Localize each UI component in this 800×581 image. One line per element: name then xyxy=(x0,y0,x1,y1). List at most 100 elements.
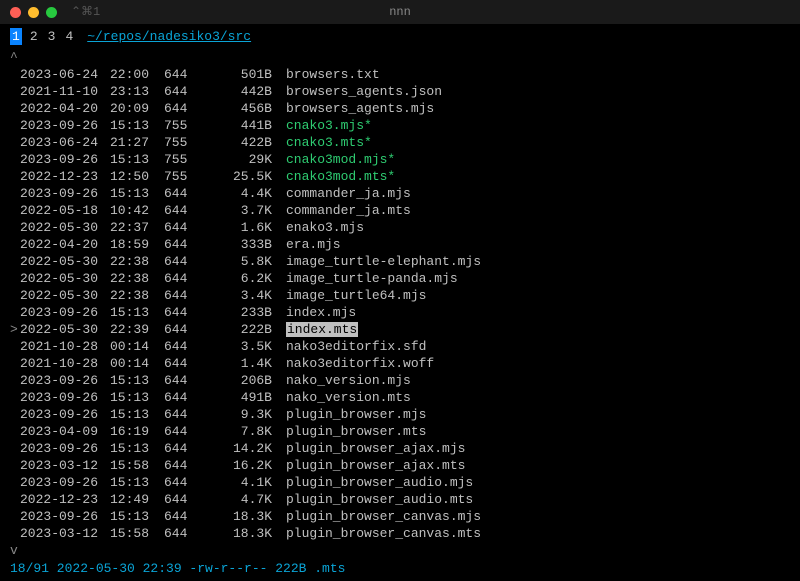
file-row[interactable]: 2023-09-2615:13644206Bnako_version.mjs xyxy=(10,372,790,389)
file-size: 3.4K xyxy=(208,287,272,304)
context-tab-1[interactable]: 1 xyxy=(10,28,22,45)
cursor-gutter xyxy=(10,287,20,304)
file-permissions: 644 xyxy=(164,423,208,440)
file-row[interactable]: 2022-05-3022:386445.8Kimage_turtle-eleph… xyxy=(10,253,790,270)
file-size: 4.1K xyxy=(208,474,272,491)
file-name: era.mjs xyxy=(272,236,341,253)
file-permissions: 644 xyxy=(164,474,208,491)
cursor-gutter xyxy=(10,355,20,372)
file-row[interactable]: 2022-05-3022:386443.4Kimage_turtle64.mjs xyxy=(10,287,790,304)
file-date: 2023-09-26 xyxy=(20,304,110,321)
context-tab-3[interactable]: 3 xyxy=(46,28,58,45)
file-size: 18.3K xyxy=(208,508,272,525)
file-permissions: 644 xyxy=(164,355,208,372)
file-permissions: 755 xyxy=(164,117,208,134)
file-permissions: 644 xyxy=(164,338,208,355)
file-date: 2022-04-20 xyxy=(20,236,110,253)
shortcut-label: ⌃⌘1 xyxy=(71,4,100,21)
file-date: 2023-06-24 xyxy=(20,134,110,151)
file-row[interactable]: 2021-11-1023:13644442Bbrowsers_agents.js… xyxy=(10,83,790,100)
file-size: 18.3K xyxy=(208,525,272,542)
cursor-gutter xyxy=(10,372,20,389)
file-row[interactable]: 2022-05-3022:376441.6Kenako3.mjs xyxy=(10,219,790,236)
file-name: cnako3.mts* xyxy=(272,134,372,151)
file-time: 20:09 xyxy=(110,100,164,117)
close-button[interactable] xyxy=(10,7,21,18)
file-size: 1.6K xyxy=(208,219,272,236)
minimize-button[interactable] xyxy=(28,7,39,18)
file-row[interactable]: 2023-06-2422:00644501Bbrowsers.txt xyxy=(10,66,790,83)
file-row[interactable]: 2021-10-2800:146441.4Knako3editorfix.wof… xyxy=(10,355,790,372)
file-row[interactable]: 2023-09-2615:13644491Bnako_version.mts xyxy=(10,389,790,406)
file-list[interactable]: 2023-06-2422:00644501Bbrowsers.txt 2021-… xyxy=(10,66,790,542)
file-name: commander_ja.mjs xyxy=(272,185,411,202)
file-row[interactable]: 2023-03-1215:5864416.2Kplugin_browser_aj… xyxy=(10,457,790,474)
file-row[interactable]: 2021-10-2800:146443.5Knako3editorfix.sfd xyxy=(10,338,790,355)
context-tab-2[interactable]: 2 xyxy=(28,28,40,45)
file-time: 10:42 xyxy=(110,202,164,219)
file-date: 2022-05-18 xyxy=(20,202,110,219)
cursor-gutter: > xyxy=(10,321,20,338)
file-permissions: 644 xyxy=(164,253,208,270)
file-row[interactable]: 2023-09-2615:1375529Kcnako3mod.mjs* xyxy=(10,151,790,168)
cursor-gutter xyxy=(10,457,20,474)
file-row[interactable]: 2022-04-2020:09644456Bbrowsers_agents.mj… xyxy=(10,100,790,117)
file-date: 2022-04-20 xyxy=(20,100,110,117)
file-time: 22:37 xyxy=(110,219,164,236)
cursor-gutter xyxy=(10,270,20,287)
file-time: 15:13 xyxy=(110,117,164,134)
file-size: 7.8K xyxy=(208,423,272,440)
file-time: 00:14 xyxy=(110,355,164,372)
context-tab-4[interactable]: 4 xyxy=(63,28,75,45)
cursor-gutter xyxy=(10,304,20,321)
file-row[interactable]: 2022-12-2312:496444.7Kplugin_browser_aud… xyxy=(10,491,790,508)
file-name: image_turtle-elephant.mjs xyxy=(272,253,481,270)
file-permissions: 755 xyxy=(164,168,208,185)
file-time: 15:13 xyxy=(110,406,164,423)
maximize-button[interactable] xyxy=(46,7,57,18)
file-row[interactable]: >2022-05-3022:39644222Bindex.mts xyxy=(10,321,790,338)
file-row[interactable]: 2023-06-2421:27755422Bcnako3.mts* xyxy=(10,134,790,151)
file-name: plugin_browser_canvas.mjs xyxy=(272,508,481,525)
status-bar: 18/91 2022-05-30 22:39 -rw-r--r-- 222B .… xyxy=(10,560,790,577)
file-permissions: 644 xyxy=(164,321,208,338)
file-date: 2023-09-26 xyxy=(20,406,110,423)
file-row[interactable]: 2022-05-3022:386446.2Kimage_turtle-panda… xyxy=(10,270,790,287)
file-time: 15:58 xyxy=(110,525,164,542)
file-row[interactable]: 2023-09-2615:13644233Bindex.mjs xyxy=(10,304,790,321)
file-row[interactable]: 2023-04-0916:196447.8Kplugin_browser.mts xyxy=(10,423,790,440)
file-permissions: 644 xyxy=(164,270,208,287)
file-date: 2022-05-30 xyxy=(20,321,110,338)
file-permissions: 644 xyxy=(164,219,208,236)
file-time: 15:13 xyxy=(110,372,164,389)
cursor-gutter xyxy=(10,389,20,406)
file-size: 333B xyxy=(208,236,272,253)
file-name: nako3editorfix.sfd xyxy=(272,338,426,355)
file-row[interactable]: 2023-09-2615:1364418.3Kplugin_browser_ca… xyxy=(10,508,790,525)
file-time: 15:58 xyxy=(110,457,164,474)
file-size: 1.4K xyxy=(208,355,272,372)
cursor-gutter xyxy=(10,491,20,508)
file-row[interactable]: 2023-03-1215:5864418.3Kplugin_browser_ca… xyxy=(10,525,790,542)
file-row[interactable]: 2022-05-1810:426443.7Kcommander_ja.mts xyxy=(10,202,790,219)
file-row[interactable]: 2023-09-2615:13755441Bcnako3.mjs* xyxy=(10,117,790,134)
file-date: 2022-05-30 xyxy=(20,270,110,287)
file-row[interactable]: 2022-04-2018:59644333Bera.mjs xyxy=(10,236,790,253)
file-row[interactable]: 2023-09-2615:136444.1Kplugin_browser_aud… xyxy=(10,474,790,491)
file-name: plugin_browser_canvas.mts xyxy=(272,525,481,542)
file-name: plugin_browser_ajax.mts xyxy=(272,457,465,474)
file-time: 15:13 xyxy=(110,304,164,321)
file-size: 206B xyxy=(208,372,272,389)
file-time: 12:49 xyxy=(110,491,164,508)
current-path[interactable]: ~/repos/nadesiko3/src xyxy=(87,28,251,45)
scroll-down-indicator: v xyxy=(10,542,790,559)
file-time: 00:14 xyxy=(110,338,164,355)
file-permissions: 644 xyxy=(164,406,208,423)
cursor-gutter xyxy=(10,474,20,491)
file-permissions: 644 xyxy=(164,372,208,389)
file-row[interactable]: 2023-09-2615:136449.3Kplugin_browser.mjs xyxy=(10,406,790,423)
file-row[interactable]: 2023-09-2615:136444.4Kcommander_ja.mjs xyxy=(10,185,790,202)
file-row[interactable]: 2022-12-2312:5075525.5Kcnako3mod.mts* xyxy=(10,168,790,185)
file-size: 442B xyxy=(208,83,272,100)
file-row[interactable]: 2023-09-2615:1364414.2Kplugin_browser_aj… xyxy=(10,440,790,457)
